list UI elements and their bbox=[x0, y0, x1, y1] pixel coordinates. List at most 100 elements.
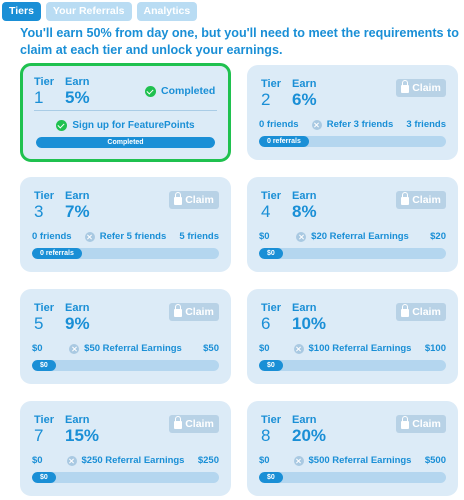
tier-number: 5 bbox=[34, 314, 44, 333]
earn-percent: 15% bbox=[65, 426, 100, 445]
lock-icon bbox=[401, 304, 410, 317]
progress-label: Completed bbox=[107, 139, 144, 146]
requirement-label: $50 Referral Earnings bbox=[84, 343, 182, 354]
progress-bar: $0 bbox=[259, 248, 446, 259]
lock-icon bbox=[174, 416, 183, 429]
claim-button[interactable]: Claim bbox=[396, 415, 446, 433]
tier-card-8: Tier 8 Earn 20% Claim $0 $500 Referral E… bbox=[247, 401, 458, 496]
tier-label: Tier bbox=[34, 76, 54, 88]
tier-label: Tier bbox=[34, 414, 54, 426]
progress-label: 0 referrals bbox=[267, 138, 301, 145]
claim-label: Claim bbox=[412, 306, 441, 318]
earn-label: Earn bbox=[292, 414, 317, 426]
tier-card-3: Tier 3 Earn 7% Claim 0 friends Refer 5 f… bbox=[20, 177, 231, 272]
tab-analytics[interactable]: Analytics bbox=[136, 2, 198, 21]
progress-bar: $0 bbox=[259, 360, 446, 371]
x-circle-icon bbox=[311, 119, 322, 130]
progress-label: $0 bbox=[40, 474, 48, 481]
requirement-label: Refer 3 friends bbox=[326, 119, 394, 130]
tier-number: 8 bbox=[261, 426, 271, 445]
progress-bar: Completed bbox=[36, 137, 215, 148]
requirement-row: 0 friends Refer 5 friends 5 friends bbox=[32, 231, 219, 245]
progress-bar: $0 bbox=[259, 472, 446, 483]
requirement-row: $0 $500 Referral Earnings $500 bbox=[259, 455, 446, 469]
lock-icon bbox=[401, 416, 410, 429]
tab-your-referrals[interactable]: Your Referrals bbox=[45, 2, 132, 21]
progress-label: $0 bbox=[267, 474, 275, 481]
lock-icon bbox=[401, 192, 410, 205]
requirement-label: Refer 5 friends bbox=[99, 231, 167, 242]
tier-label: Tier bbox=[261, 302, 281, 314]
claim-button[interactable]: Claim bbox=[396, 79, 446, 97]
tier-card-5: Tier 5 Earn 9% Claim $0 $50 Referral Ear… bbox=[20, 289, 231, 384]
requirement: $100 Referral Earnings bbox=[259, 343, 446, 354]
requirement-label: $250 Referral Earnings bbox=[81, 455, 185, 466]
divider bbox=[34, 110, 217, 111]
tab-tiers[interactable]: Tiers bbox=[2, 2, 41, 21]
progress-label: 0 referrals bbox=[40, 250, 74, 257]
tier-card-7: Tier 7 Earn 15% Claim $0 $250 Referral E… bbox=[20, 401, 231, 496]
tier-number: 2 bbox=[261, 90, 271, 109]
intro-text: You'll earn 50% from day one, but you'll… bbox=[20, 26, 459, 57]
claim-label: Claim bbox=[412, 194, 441, 206]
claim-label: Claim bbox=[185, 194, 214, 206]
requirement-row: $0 $20 Referral Earnings $20 bbox=[259, 231, 446, 245]
tier-number: 7 bbox=[34, 426, 44, 445]
claim-label: Claim bbox=[185, 418, 214, 430]
earn-percent: 7% bbox=[65, 202, 90, 221]
earn-percent: 6% bbox=[292, 90, 317, 109]
progress-bar: $0 bbox=[32, 360, 219, 371]
requirement-row: 0 friends Refer 3 friends 3 friends bbox=[259, 119, 446, 133]
progress-bar: 0 referrals bbox=[259, 136, 446, 147]
earn-label: Earn bbox=[292, 302, 317, 314]
tier-card-6: Tier 6 Earn 10% Claim $0 $100 Referral E… bbox=[247, 289, 458, 384]
requirement-label: $100 Referral Earnings bbox=[308, 343, 412, 354]
completed-label: Completed bbox=[161, 85, 216, 97]
progress-bar: $0 bbox=[32, 472, 219, 483]
x-circle-icon bbox=[293, 343, 304, 354]
progress-fill: 0 referrals bbox=[259, 136, 309, 147]
requirement-label: $20 Referral Earnings bbox=[311, 231, 409, 242]
tab-bar: Tiers Your Referrals Analytics bbox=[2, 2, 198, 21]
requirement: Sign up for FeaturePoints bbox=[23, 120, 228, 131]
earn-percent: 20% bbox=[292, 426, 327, 445]
x-circle-icon bbox=[66, 455, 77, 466]
tier-number: 1 bbox=[34, 88, 44, 107]
claim-button[interactable]: Claim bbox=[169, 303, 219, 321]
tier-label: Tier bbox=[261, 414, 281, 426]
tier-card-1: Tier 1 Earn 5% Completed Sign up for Fea… bbox=[20, 63, 231, 162]
progress-fill: $0 bbox=[32, 472, 56, 483]
x-circle-icon bbox=[84, 231, 95, 242]
check-circle-icon bbox=[56, 120, 68, 131]
progress-target: 3 friends bbox=[406, 119, 446, 130]
tier-label: Tier bbox=[261, 78, 281, 90]
progress-fill: Completed bbox=[36, 137, 215, 148]
claim-label: Claim bbox=[412, 82, 441, 94]
requirement-row: $0 $100 Referral Earnings $100 bbox=[259, 343, 446, 357]
earn-label: Earn bbox=[292, 190, 317, 202]
requirement-row: $0 $250 Referral Earnings $250 bbox=[32, 455, 219, 469]
lock-icon bbox=[174, 192, 183, 205]
progress-target: 5 friends bbox=[179, 231, 219, 242]
progress-fill: $0 bbox=[259, 248, 283, 259]
claim-button[interactable]: Claim bbox=[169, 191, 219, 209]
earn-percent: 8% bbox=[292, 202, 317, 221]
requirement: $50 Referral Earnings bbox=[32, 343, 219, 354]
tier-label: Tier bbox=[261, 190, 281, 202]
x-circle-icon bbox=[293, 455, 304, 466]
claim-button[interactable]: Claim bbox=[169, 415, 219, 433]
tier-number: 6 bbox=[261, 314, 271, 333]
claim-button[interactable]: Claim bbox=[396, 191, 446, 209]
progress-target: $500 bbox=[424, 455, 446, 466]
claim-button[interactable]: Claim bbox=[396, 303, 446, 321]
lock-icon bbox=[401, 80, 410, 93]
progress-fill: 0 referrals bbox=[32, 248, 82, 259]
claim-label: Claim bbox=[412, 418, 441, 430]
progress-label: $0 bbox=[267, 362, 275, 369]
progress-bar: 0 referrals bbox=[32, 248, 219, 259]
progress-target: $20 bbox=[430, 231, 446, 242]
earn-percent: 9% bbox=[65, 314, 90, 333]
lock-icon bbox=[174, 304, 183, 317]
progress-fill: $0 bbox=[259, 472, 283, 483]
requirement-row: $0 $50 Referral Earnings $50 bbox=[32, 343, 219, 357]
